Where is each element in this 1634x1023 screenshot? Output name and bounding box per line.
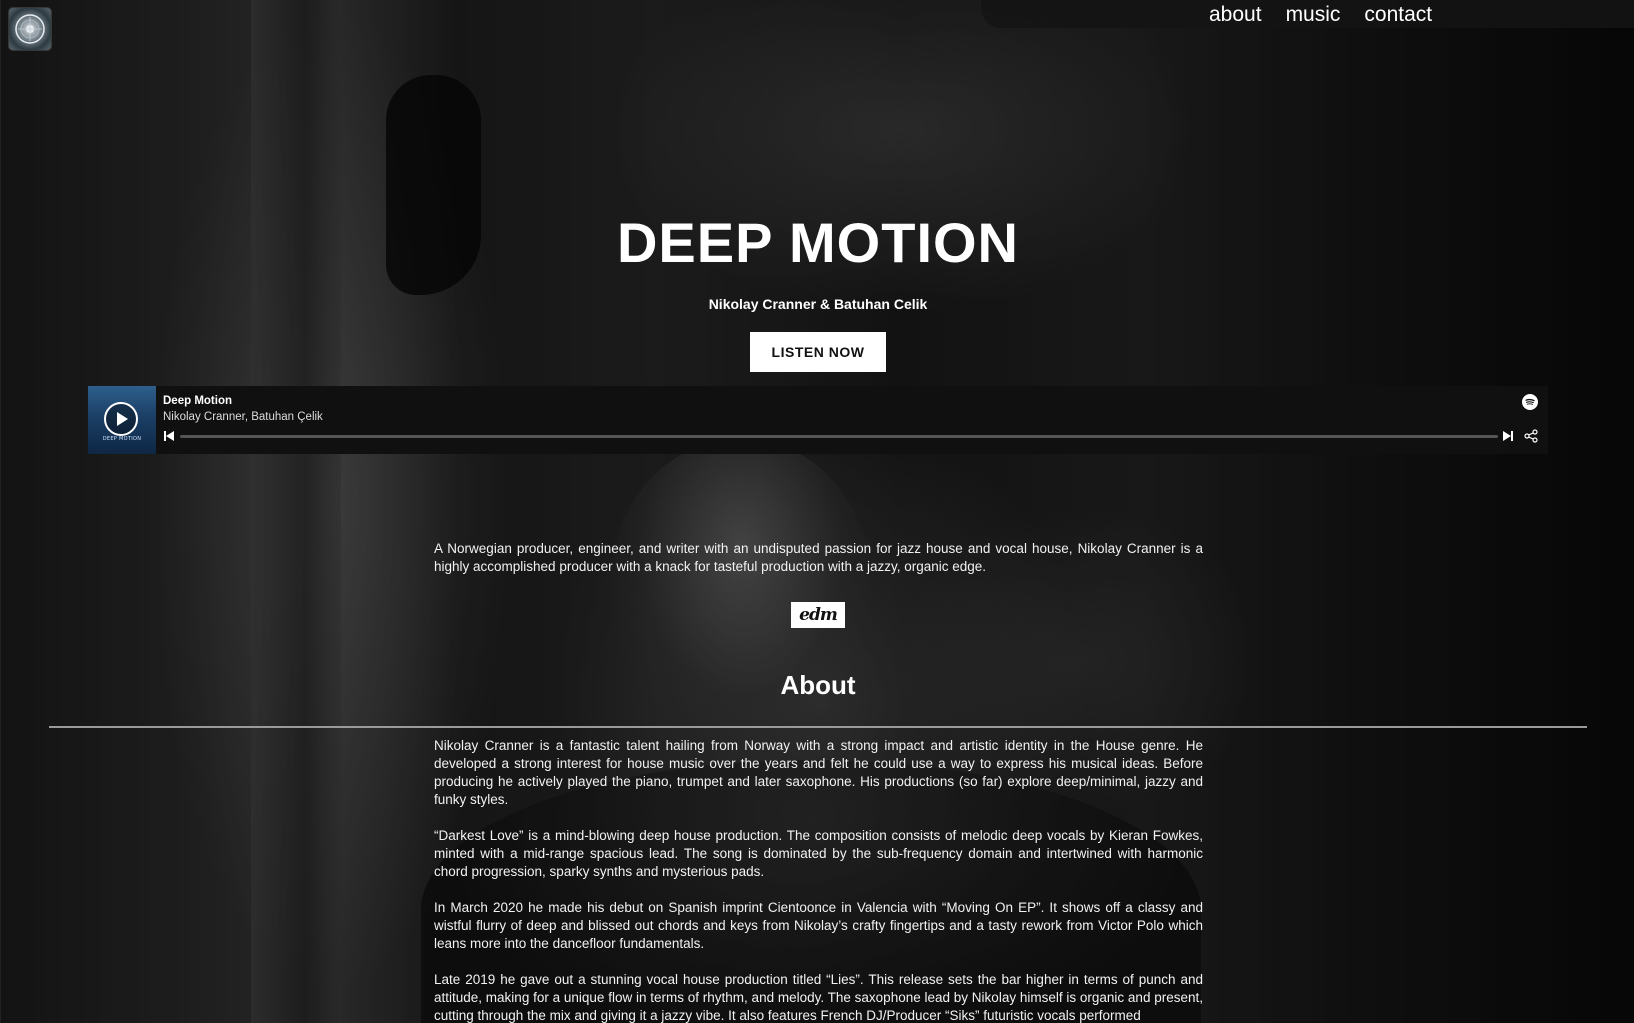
edm-logo-text: edm <box>799 605 838 625</box>
site-logo[interactable] <box>9 8 51 50</box>
previous-track-icon[interactable] <box>163 431 175 441</box>
spotify-embed-player: DEEP MOTION Deep Motion Nikolay Cranner,… <box>88 386 1548 454</box>
nav-link-about[interactable]: about <box>1209 3 1262 27</box>
edm-press-logo[interactable]: edm <box>791 602 845 628</box>
about-body: Nikolay Cranner is a fantastic talent ha… <box>434 737 1203 1023</box>
about-paragraph: Late 2019 he gave out a stunning vocal h… <box>434 972 1203 1023</box>
nav-link-contact[interactable]: contact <box>1364 3 1432 27</box>
circular-emblem-icon <box>15 14 45 44</box>
hero-title: DEEP MOTION <box>616 211 1019 274</box>
page: about music contact DEEP MOTION Nikolay … <box>0 0 1634 1023</box>
listen-now-button[interactable]: LISTEN NOW <box>750 332 886 372</box>
about-paragraph: Nikolay Cranner is a fantastic talent ha… <box>434 738 1203 807</box>
album-cover-text: DEEP MOTION <box>102 436 142 442</box>
hero-subtitle: Nikolay Cranner & Batuhan Celik <box>708 296 928 312</box>
player-body: Deep Motion Nikolay Cranner, Batuhan Çel… <box>156 386 1548 454</box>
album-cover: DEEP MOTION <box>88 386 156 454</box>
track-title[interactable]: Deep Motion <box>163 395 232 407</box>
about-paragraph: “Darkest Love” is a mind-blowing deep ho… <box>434 828 1203 879</box>
about-heading: About <box>780 670 856 700</box>
next-track-icon[interactable] <box>1502 431 1514 441</box>
play-button[interactable] <box>104 402 138 436</box>
share-icon[interactable] <box>1524 429 1538 443</box>
track-artists[interactable]: Nikolay Cranner, Batuhan Çelik <box>163 411 323 423</box>
spotify-icon[interactable] <box>1522 394 1538 410</box>
about-paragraph: In March 2020 he made his debut on Spani… <box>434 900 1203 951</box>
top-nav-links: about music contact <box>1209 3 1432 27</box>
nav-link-music[interactable]: music <box>1286 3 1341 27</box>
intro-text: A Norwegian producer, engineer, and writ… <box>434 541 1203 574</box>
progress-bar[interactable] <box>180 435 1498 438</box>
section-divider <box>49 726 1587 728</box>
